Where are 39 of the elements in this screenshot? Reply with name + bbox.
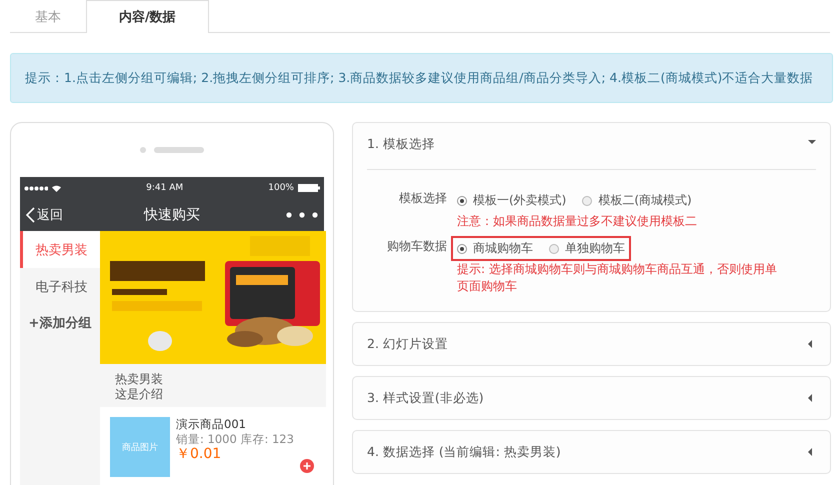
speaker-icon <box>154 147 204 153</box>
group-title: 热卖男装 <box>115 372 164 387</box>
category-item[interactable]: 电子科技 <box>20 268 100 305</box>
radio-button[interactable] <box>549 244 559 254</box>
tip-alert: 提示：1.点击左侧分组可编辑; 2.拖拽左侧分组可排序; 3.商品数据较多建议使用商品组/商品分类导入; 4.模板二(商城模式)不适合大量数据 <box>10 53 833 103</box>
camera-icon <box>140 147 146 153</box>
product-meta: 销量: 1000 库存: 123 <box>176 432 294 447</box>
product-name: 演示商品001 <box>176 417 247 432</box>
tab[interactable]: 内容/数据 <box>86 0 209 33</box>
category-item[interactable]: 热卖男装 <box>20 231 100 268</box>
nav-title: 快速购买 <box>144 206 200 224</box>
hint-text: 注意：如果商品数据量过多不建议使用模板二 <box>457 213 698 230</box>
product-price: ￥0.01 <box>176 447 222 462</box>
battery-icon <box>298 184 320 192</box>
battery-text: 100% <box>268 183 294 193</box>
panel-title[interactable]: 1. 模板选择 <box>367 136 435 152</box>
signal-icon <box>24 186 48 190</box>
wifi-icon <box>52 184 61 192</box>
back-button[interactable]: 返回 <box>26 206 63 224</box>
back-icon[interactable] <box>26 207 35 223</box>
add-group-link[interactable]: +添加分组 <box>20 305 100 341</box>
radio-button[interactable] <box>457 244 467 254</box>
radio-option[interactable]: 模板二(商城模式) <box>582 192 692 209</box>
group-description: 这是介绍 <box>115 387 164 402</box>
panel-title[interactable]: 2. 幻灯片设置 <box>367 336 448 352</box>
more-icon[interactable] <box>286 212 318 218</box>
status-time: 9:41 AM <box>146 183 184 193</box>
placeholder-label: 商品图片 <box>122 442 158 454</box>
panel-title[interactable]: 3. 样式设置(非必选) <box>367 390 484 406</box>
hint-text: 提示: 选择商城购物车则与商城购物车商品互通，否则使用单页面购物车 <box>457 261 778 295</box>
field-label: 模板选择 <box>398 190 447 207</box>
radio-option[interactable]: 模板一(外卖模式) <box>457 192 566 209</box>
panel-title[interactable]: 4. 数据选择 (当前编辑: 热卖男装) <box>367 444 561 460</box>
radio-option[interactable]: 单独购物车 <box>549 240 625 257</box>
add-icon[interactable] <box>300 459 314 473</box>
radio-button[interactable] <box>457 196 467 206</box>
radio-button[interactable] <box>582 196 592 206</box>
field-label: 购物车数据 <box>386 238 447 255</box>
radio-option[interactable]: 商城购物车 <box>457 240 533 257</box>
